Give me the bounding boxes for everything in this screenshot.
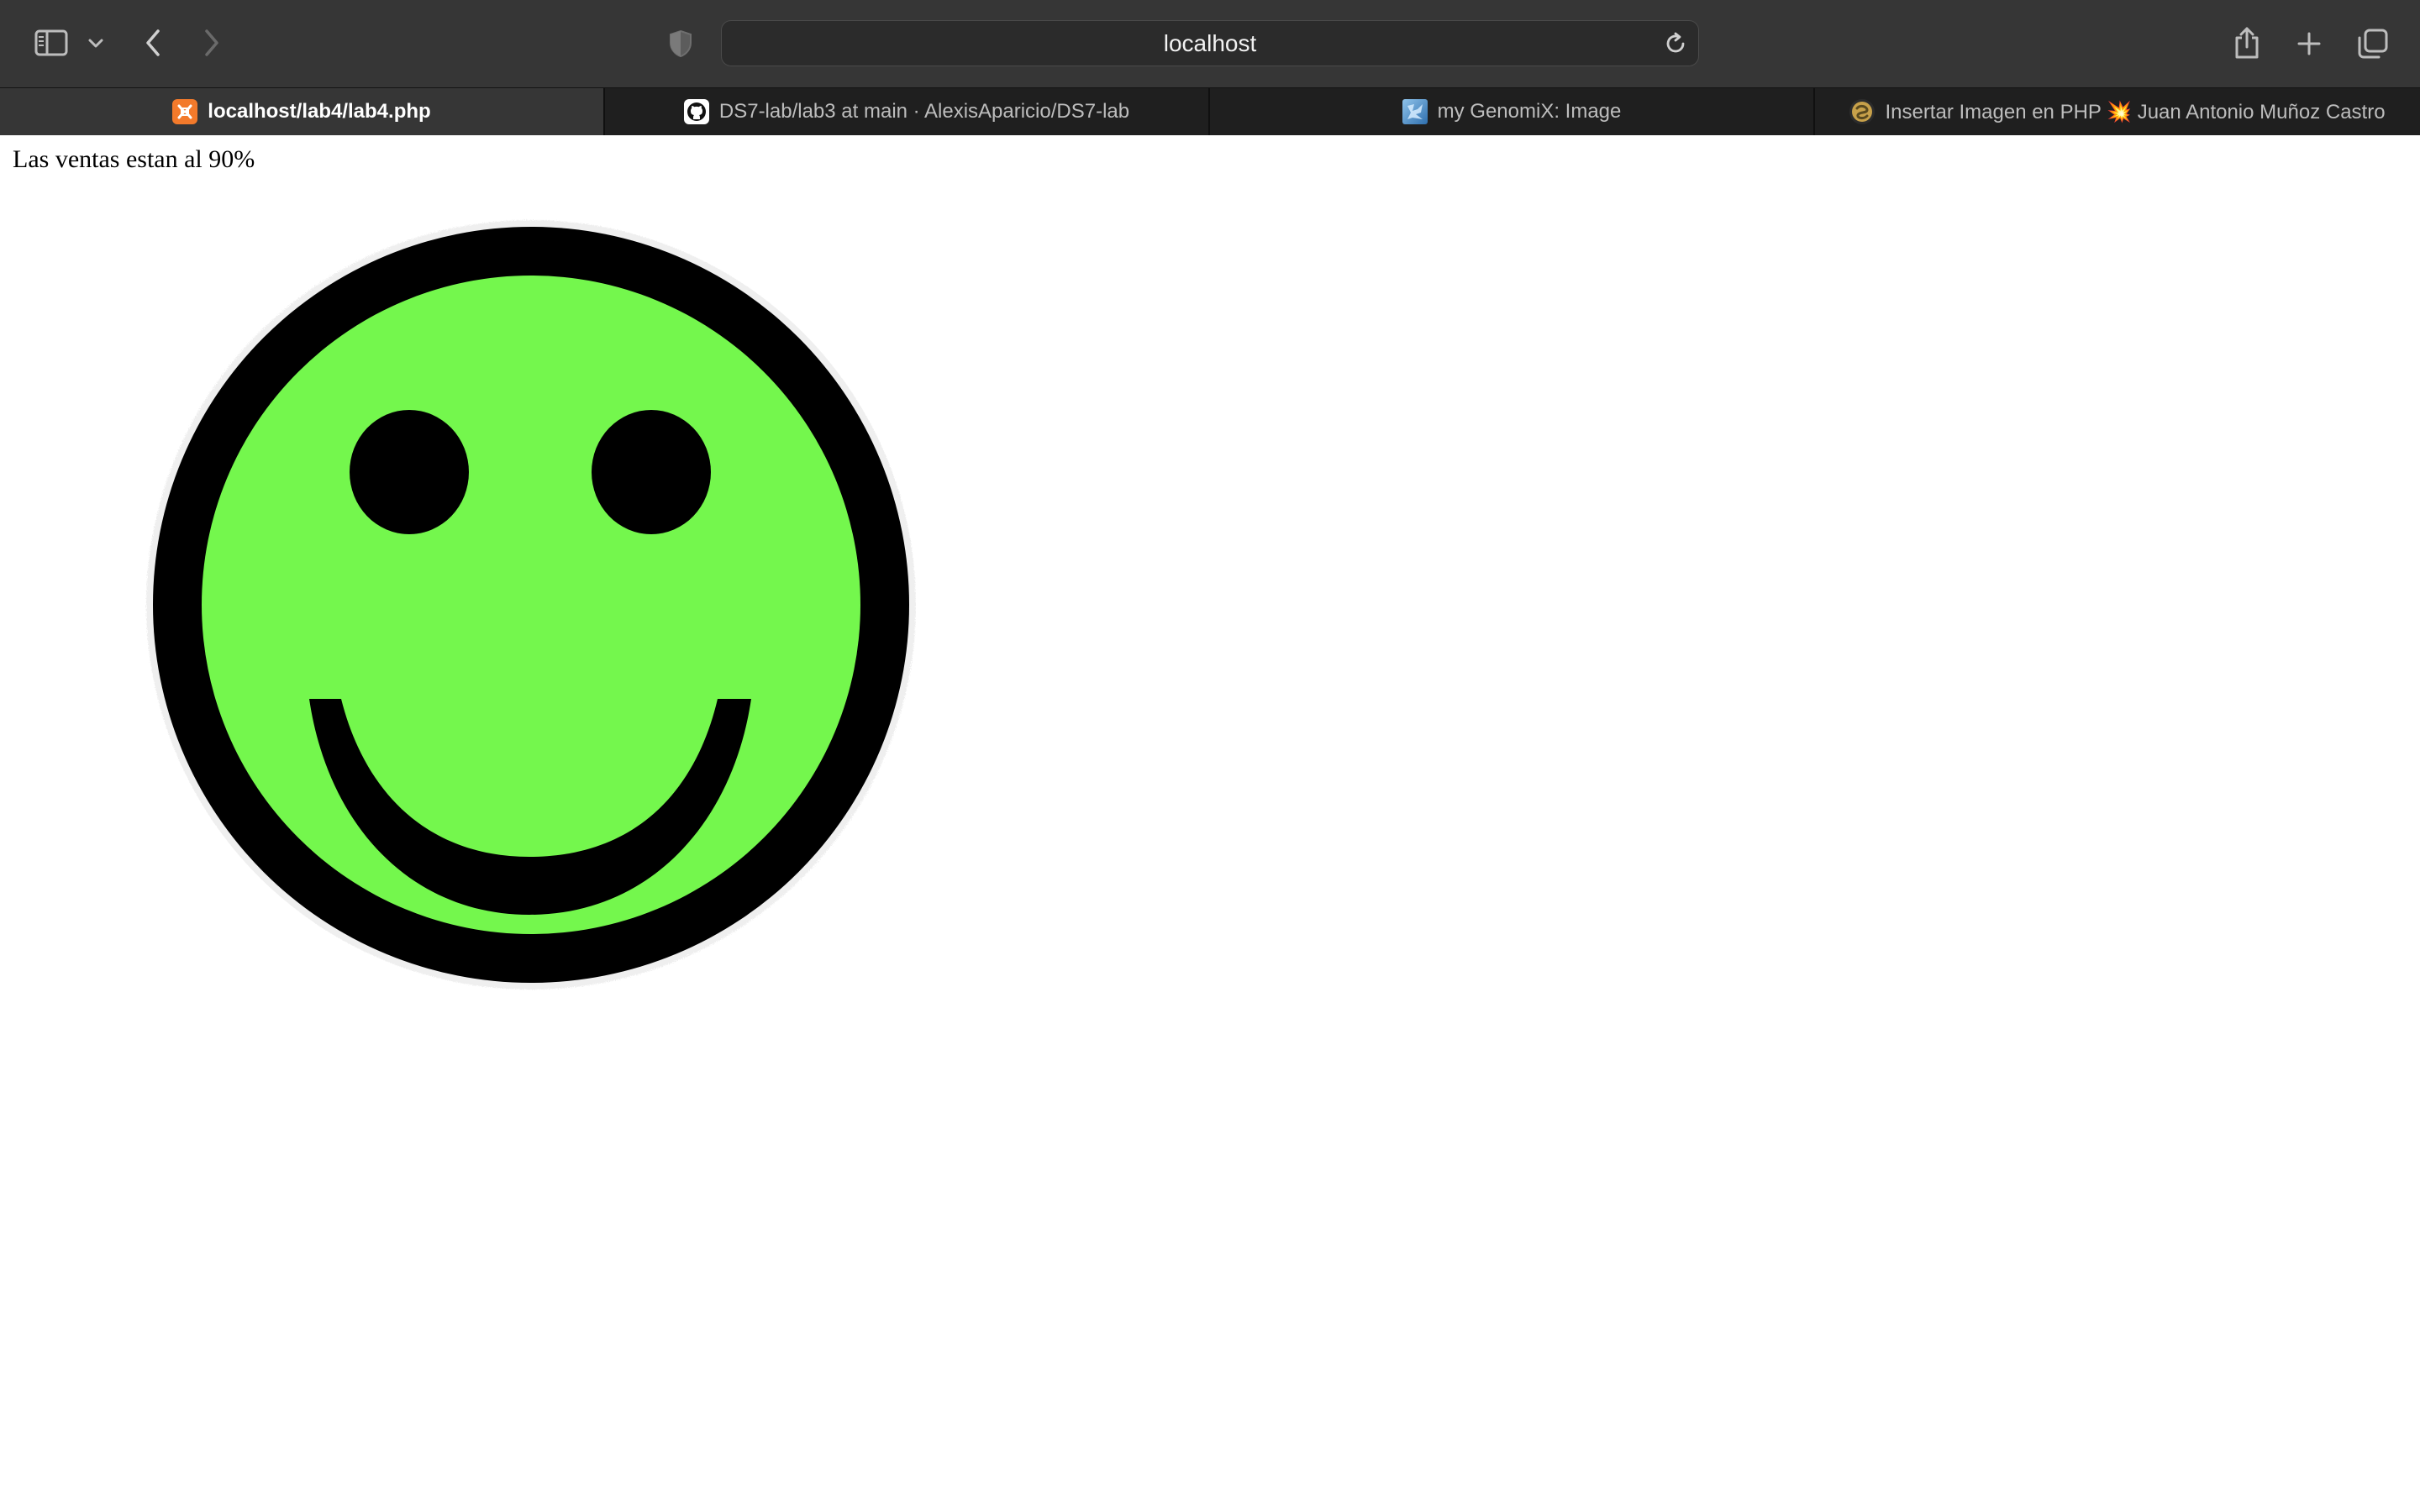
browser-toolbar: localhost [0, 0, 2420, 87]
tab-genomix[interactable]: my GenomiX: Image [1210, 88, 1815, 135]
tab-bar: localhost/lab4/lab4.php DS7-lab/lab3 at … [0, 87, 2420, 135]
green-smiley-face-icon [143, 211, 916, 1000]
tab-lab4[interactable]: localhost/lab4/lab4.php [0, 88, 605, 135]
forward-icon[interactable] [197, 24, 227, 62]
tab-label: localhost/lab4/lab4.php [208, 100, 431, 123]
left-eye [350, 410, 469, 534]
smiley-face [202, 276, 860, 934]
github-favicon-icon [683, 99, 709, 124]
back-icon[interactable] [138, 24, 168, 62]
share-icon[interactable] [2230, 24, 2264, 62]
new-tab-icon[interactable] [2292, 27, 2326, 60]
sidebar-icon[interactable] [32, 27, 71, 59]
page-content: Las ventas estan al 90% [0, 135, 2420, 1512]
tab-label: Insertar Imagen en PHP 💥 Juan Antonio Mu… [1885, 100, 2386, 123]
reload-icon[interactable] [1663, 31, 1688, 56]
genomix-favicon-icon [1402, 99, 1428, 124]
address-bar[interactable]: localhost [721, 20, 1699, 66]
sales-message: Las ventas estan al 90% [13, 145, 255, 173]
site-favicon-icon [1849, 99, 1876, 124]
right-eye [592, 410, 711, 534]
tab-github[interactable]: DS7-lab/lab3 at main · AlexisAparicio/DS… [605, 88, 1210, 135]
tab-label: DS7-lab/lab3 at main · AlexisAparicio/DS… [718, 100, 1130, 123]
tab-insertar-imagen[interactable]: Insertar Imagen en PHP 💥 Juan Antonio Mu… [1815, 88, 2420, 135]
url-text[interactable]: localhost [722, 21, 1698, 66]
xampp-favicon-icon [172, 99, 198, 124]
chevron-down-icon[interactable] [84, 32, 108, 55]
tab-overview-icon[interactable] [2354, 25, 2391, 62]
tab-label: my GenomiX: Image [1437, 100, 1622, 123]
privacy-shield-icon[interactable] [664, 27, 697, 60]
